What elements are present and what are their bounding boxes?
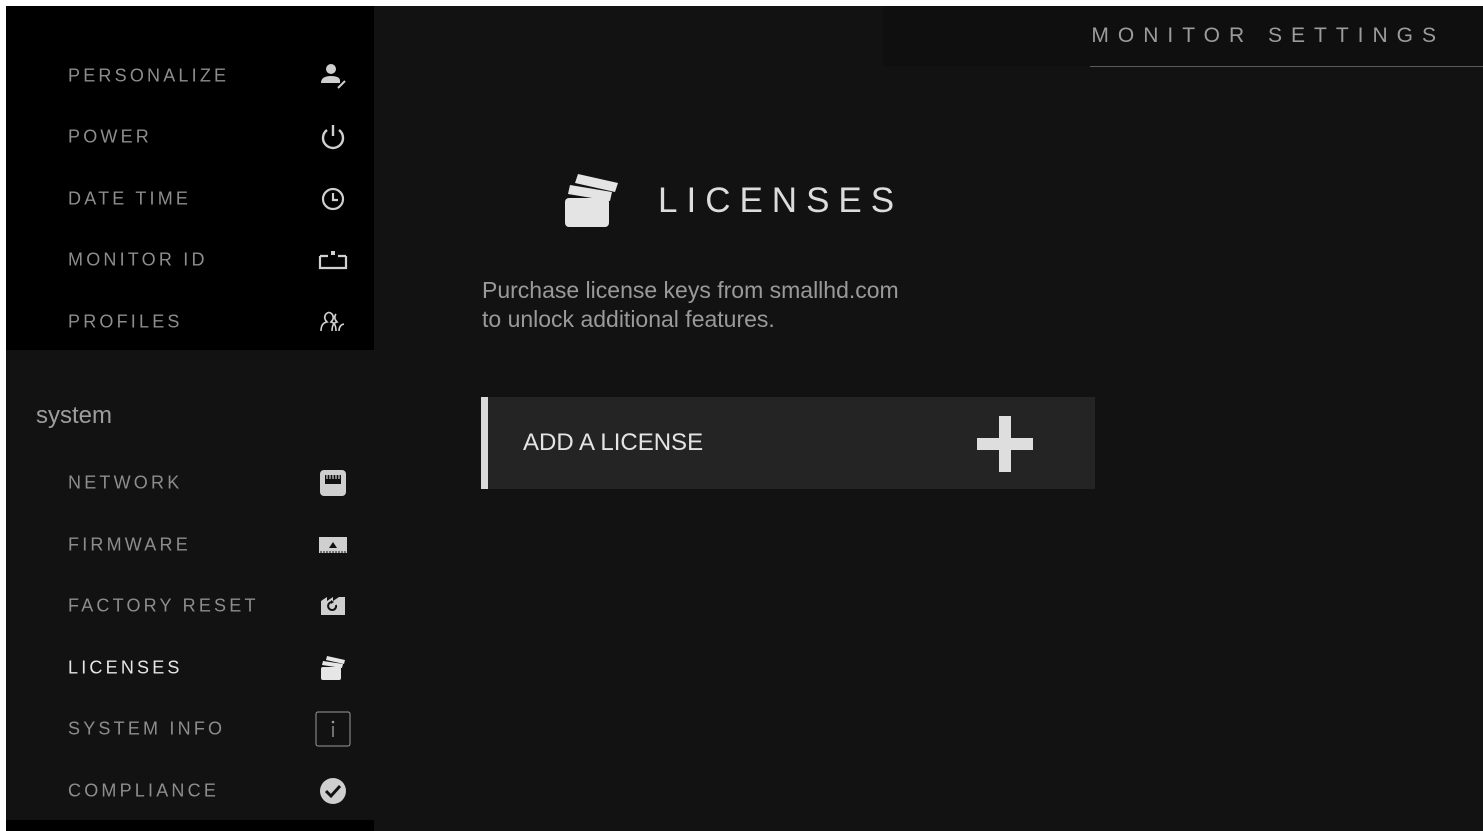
page-title: LICENSES <box>658 181 904 220</box>
sidebar-item-label: MONITOR ID <box>68 249 208 270</box>
sidebar-item-label: NETWORK <box>68 472 183 493</box>
factory-reset-icon <box>315 588 351 624</box>
firmware-chip-icon <box>315 527 351 563</box>
sidebar-item-label: FIRMWARE <box>68 534 191 555</box>
sidebar-item-personalize[interactable]: PERSONALIZE <box>6 46 374 106</box>
sidebar-item-power[interactable]: POWER <box>6 107 374 167</box>
plus-icon <box>977 416 1033 472</box>
header-underline <box>1090 66 1483 67</box>
sidebar-item-label: POWER <box>68 126 153 147</box>
info-icon <box>315 711 351 747</box>
sidebar-item-factory-reset[interactable]: FACTORY RESET <box>6 576 374 636</box>
monitor-settings-screen: MONITOR SETTINGS PERSONALIZE POWER DATE … <box>6 6 1483 831</box>
description-line: Purchase license keys from smallhd.com <box>482 277 899 303</box>
licenses-description: Purchase license keys from smallhd.com t… <box>482 276 1042 334</box>
network-port-icon <box>315 465 351 501</box>
sidebar-item-label: SYSTEM INFO <box>68 718 226 739</box>
sidebar-item-label: LICENSES <box>68 657 183 678</box>
sidebar-item-licenses[interactable]: LICENSES <box>6 638 374 698</box>
sidebar-item-label: FACTORY RESET <box>68 595 259 616</box>
sidebar-item-label: COMPLIANCE <box>68 780 220 801</box>
licenses-cards-icon <box>558 170 622 230</box>
person-edit-icon <box>315 58 351 94</box>
profiles-icon <box>315 304 351 340</box>
id-tray-icon <box>315 242 351 278</box>
sidebar-item-monitor-id[interactable]: MONITOR ID <box>6 230 374 290</box>
sidebar-item-network[interactable]: NETWORK <box>6 453 374 513</box>
sidebar-item-compliance[interactable]: COMPLIANCE <box>6 761 374 821</box>
sidebar-item-profiles[interactable]: PROFILES <box>6 292 374 352</box>
sidebar-item-date-time[interactable]: DATE TIME <box>6 169 374 229</box>
description-line: to unlock additional features. <box>482 306 775 332</box>
sidebar: PERSONALIZE POWER DATE TIME MONITOR ID P… <box>6 6 374 831</box>
licenses-cards-icon <box>315 650 351 686</box>
sidebar-item-label: PROFILES <box>68 311 183 332</box>
add-license-label: ADD A LICENSE <box>523 429 704 456</box>
sidebar-item-label: DATE TIME <box>68 188 192 209</box>
section-label-system: system <box>36 402 113 429</box>
clock-icon <box>315 181 351 217</box>
add-license-button[interactable]: ADD A LICENSE <box>481 397 1095 489</box>
sidebar-item-firmware[interactable]: FIRMWARE <box>6 515 374 575</box>
sidebar-item-label: PERSONALIZE <box>68 65 230 86</box>
power-icon <box>315 119 351 155</box>
sidebar-item-system-info[interactable]: SYSTEM INFO <box>6 699 374 759</box>
sidebar-bottom-edge <box>6 820 374 831</box>
check-circle-icon <box>315 773 351 809</box>
page-header-title: MONITOR SETTINGS <box>1091 24 1445 47</box>
